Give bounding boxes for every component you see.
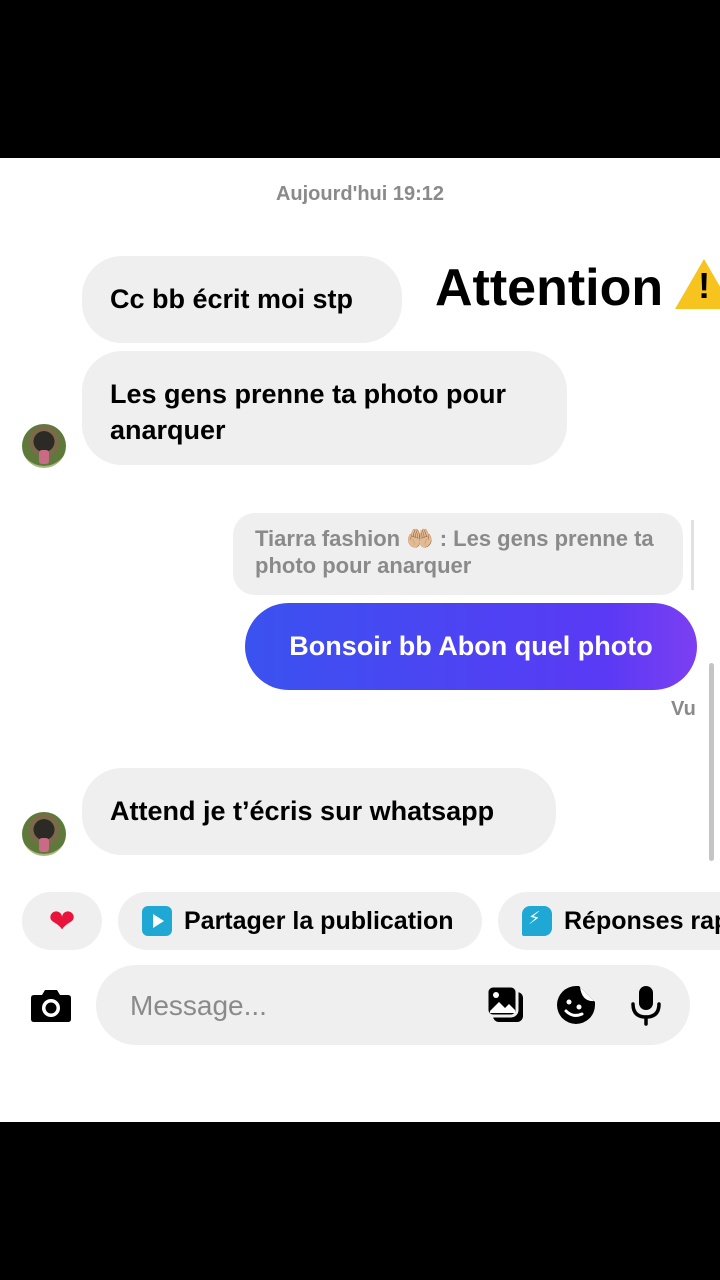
message-input[interactable] (128, 965, 472, 1047)
incoming-message-3[interactable]: Attend je t’écris sur whatsapp (82, 768, 556, 855)
camera-icon[interactable] (30, 987, 72, 1023)
message-input-container (96, 965, 690, 1047)
heart-icon: ❤ (48, 903, 76, 939)
lightning-icon (522, 906, 552, 936)
attention-text: Attention (435, 259, 664, 317)
quick-replies-label: Réponses rapides (564, 906, 720, 935)
scrollbar[interactable] (709, 663, 714, 861)
reply-quote[interactable]: Tiarra fashion 🤲🏼 : Les gens prenne ta p… (233, 513, 683, 595)
share-post-label: Partager la publication (184, 906, 454, 935)
seen-status: Vu (671, 698, 696, 720)
reply-indicator-bar (691, 520, 694, 590)
chat-screen: Aujourd'hui 19:12 Cc bb écrit moi stp At… (0, 158, 720, 1122)
incoming-message-1[interactable]: Cc bb écrit moi stp (82, 256, 402, 343)
play-icon (142, 906, 172, 936)
share-post-chip[interactable]: Partager la publication (118, 892, 482, 950)
quick-actions-bar: ❤ Partager la publication Réponses rapid… (0, 892, 720, 950)
conversation-timestamp: Aujourd'hui 19:12 (275, 183, 445, 205)
quick-replies-chip[interactable]: Réponses rapides (498, 892, 720, 950)
attention-caption: Attention! (435, 258, 720, 318)
sender-avatar[interactable] (22, 424, 66, 468)
gallery-icon[interactable] (485, 984, 527, 1026)
message-composer (0, 965, 720, 1047)
sticker-icon[interactable] (555, 984, 597, 1026)
incoming-message-2[interactable]: Les gens prenne ta photo pour anarquer (82, 351, 567, 465)
sender-avatar[interactable] (22, 812, 66, 856)
like-chip[interactable]: ❤ (22, 892, 102, 950)
outgoing-message-1[interactable]: Bonsoir bb Abon quel photo (245, 603, 697, 690)
warning-icon: ! (675, 259, 720, 309)
microphone-icon[interactable] (625, 984, 667, 1026)
